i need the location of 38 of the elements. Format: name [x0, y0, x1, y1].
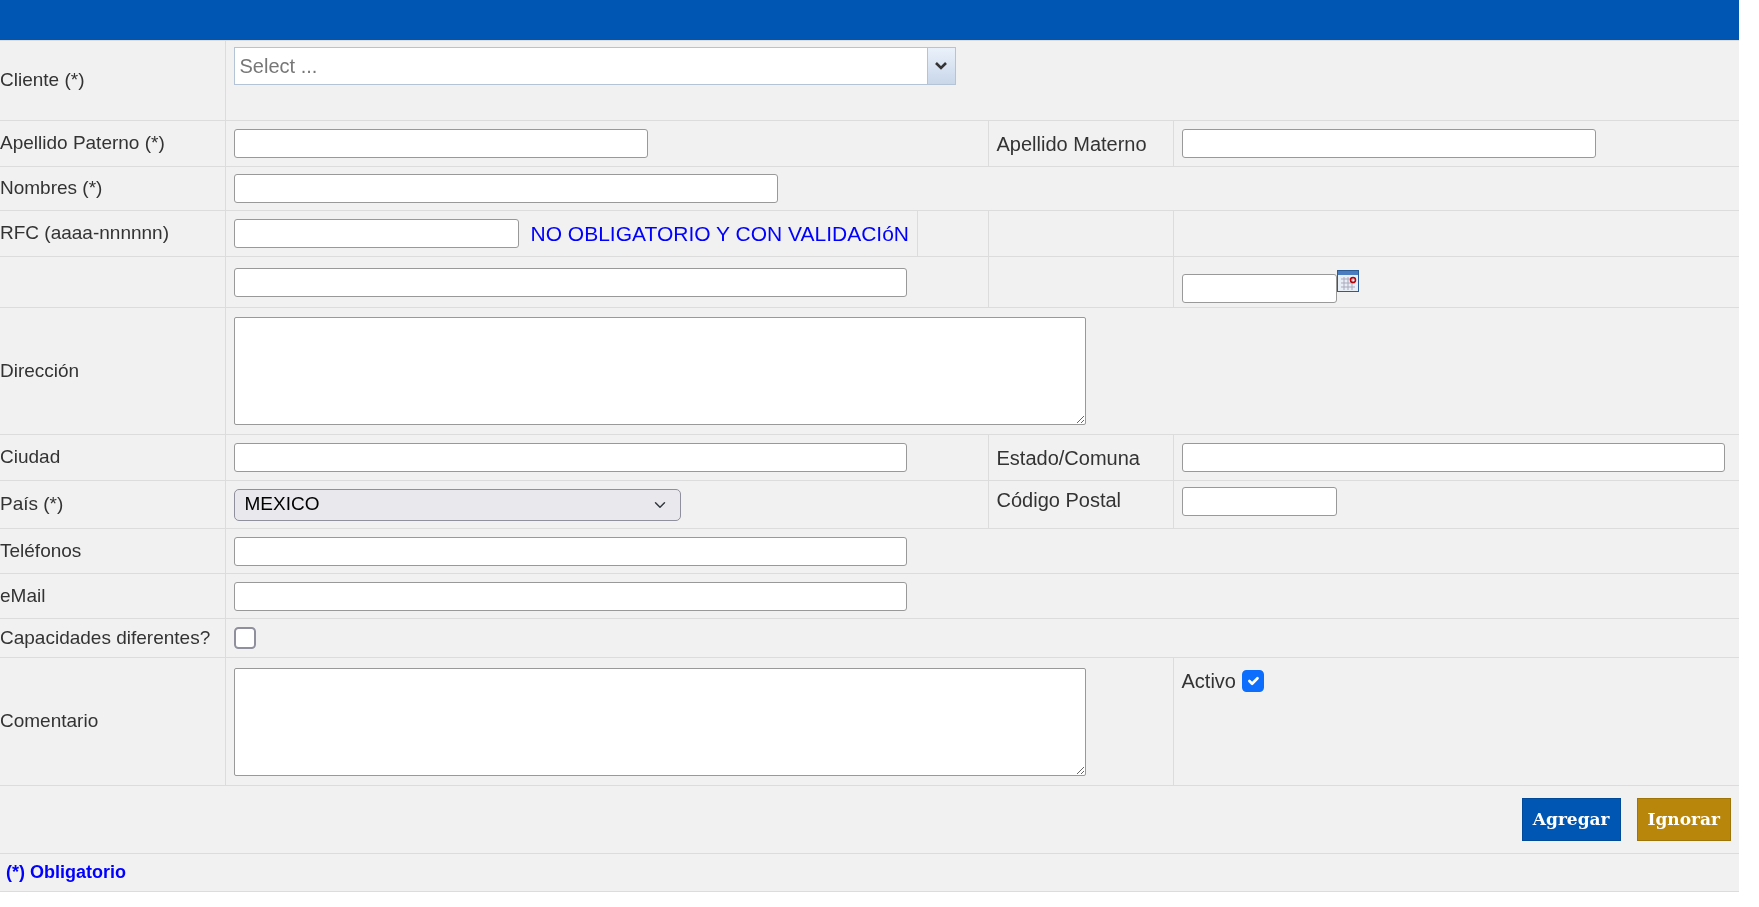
field-label: Dirección	[0, 359, 80, 381]
text-area[interactable]	[233, 317, 1086, 425]
field-label: Apellido Materno	[995, 132, 1147, 155]
field-label: RFC (aaaa-nnnnnn)	[0, 222, 169, 244]
text-field[interactable]	[233, 443, 907, 472]
combo-field[interactable]: Select ...	[233, 47, 927, 85]
field-label: Comentario	[0, 710, 99, 732]
field-label: Apellido Paterno (*)	[0, 132, 165, 154]
date-field[interactable]	[1181, 273, 1337, 303]
checkbox-label: Activo	[1181, 669, 1236, 694]
chevron-down-icon	[934, 61, 948, 71]
required-footnote: (*) Obligatorio	[5, 862, 126, 882]
checkbox[interactable]	[1241, 670, 1264, 692]
text-field[interactable]	[233, 581, 907, 611]
field-label: Cliente (*)	[0, 69, 85, 91]
add-button[interactable]: Agregar	[1521, 797, 1621, 842]
country-select[interactable]: MEXICO	[233, 488, 681, 521]
field-label: Capacidades diferentes?	[0, 626, 211, 648]
dropdown-button[interactable]	[926, 47, 956, 85]
text-field[interactable]	[233, 174, 778, 203]
validation-note: NO OBLIGATORIO Y CON VALIDACIóN	[518, 211, 918, 256]
calendar-icon[interactable]	[1336, 269, 1359, 292]
field-label: Nombres (*)	[0, 177, 103, 199]
checkbox[interactable]	[233, 627, 256, 649]
field-label: Estado/Comuna	[995, 446, 1140, 469]
text-field[interactable]	[233, 129, 648, 158]
text-area[interactable]	[233, 667, 1086, 776]
text-field[interactable]	[233, 267, 907, 297]
text-field[interactable]	[1181, 129, 1596, 158]
text-field[interactable]	[1181, 487, 1337, 516]
field-label: eMail	[0, 584, 46, 606]
text-field[interactable]	[233, 219, 519, 248]
field-label: País (*)	[0, 493, 64, 515]
text-field[interactable]	[1181, 443, 1725, 472]
field-label: Teléfonos	[0, 539, 82, 561]
field-label: Ciudad	[0, 446, 61, 468]
text-field[interactable]	[233, 536, 907, 566]
field-label: Código Postal	[995, 489, 1122, 511]
